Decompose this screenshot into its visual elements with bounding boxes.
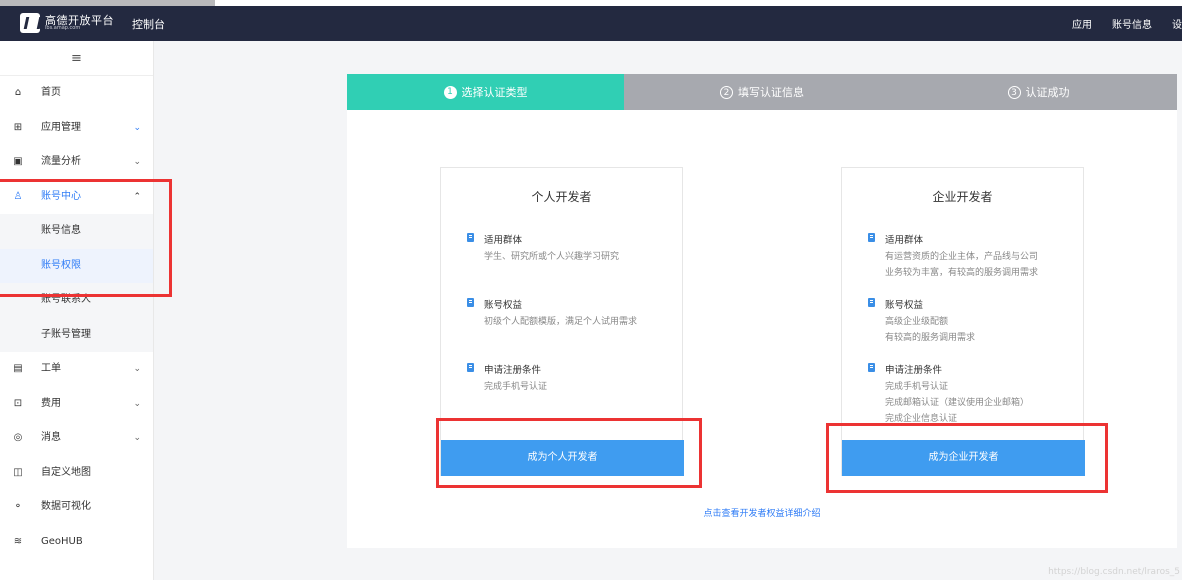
sidebar-item-label: 自定义地图	[41, 466, 91, 478]
desc-line: 初级个人配额模版，满足个人试用需求	[484, 317, 638, 327]
developer-benefits-link[interactable]: 点击查看开发者权益详细介绍	[347, 506, 1177, 519]
chevron-down-icon: ⌄	[133, 433, 141, 443]
feature-desc: 学生、研究所或个人兴趣学习研究	[484, 249, 619, 265]
chart-icon: ▣	[13, 156, 23, 167]
layers-icon: ≋	[13, 535, 23, 547]
sidebar-item-label: 工单	[41, 363, 61, 374]
sidebar-item-messages[interactable]: ◎ 消息 ⌄	[0, 421, 153, 456]
desc-line: 完成手机号认证	[885, 382, 949, 392]
sidebar-item-label: 消息	[41, 432, 61, 443]
desc-line: 业务较为丰富，有较高的服务调用需求	[885, 268, 1039, 278]
feature-desc: 初级个人配额模版，满足个人试用需求	[484, 314, 637, 330]
grid-icon: ⊞	[13, 121, 23, 133]
home-icon: ⌂	[14, 87, 22, 98]
sidebar-item-label: GeoHUB	[41, 535, 83, 547]
annotation-red-box	[436, 418, 702, 488]
chevron-down-icon: ⌄	[133, 157, 141, 167]
document-icon	[868, 363, 875, 372]
sidebar-item-traffic-analysis[interactable]: ▣ 流量分析 ⌄	[0, 145, 153, 180]
sidebar-item-label: 子账号管理	[41, 328, 91, 340]
sidebar-item-label: 应用管理	[41, 121, 81, 133]
feature-desc: 完成手机号认证 完成邮箱认证（建议使用企业邮箱） 完成企业信息认证	[885, 379, 1029, 427]
document-icon	[467, 298, 474, 307]
sidebar-item-label: 数据可视化	[41, 501, 91, 512]
desc-line: 学生、研究所或个人兴趣学习研究	[484, 252, 620, 262]
nav-account-info[interactable]: 账号信息	[1112, 20, 1152, 31]
fee-icon: ⊡	[13, 397, 23, 409]
top-navbar: 高德开放平台 lbs.amap.com 控制台 应用 账号信息 设	[0, 6, 1182, 41]
step-3: 3 认证成功	[900, 74, 1177, 110]
feature-desc: 高级企业级配额有较高的服务调用需求	[885, 314, 975, 346]
feature-title: 账号权益	[885, 300, 924, 311]
chevron-down-icon: ⌄	[133, 398, 141, 409]
document-icon	[868, 233, 875, 242]
step-number: 1	[443, 85, 457, 99]
message-icon: ◎	[13, 432, 23, 443]
sidebar-subitem-sub-accounts[interactable]: 子账号管理	[0, 317, 153, 352]
sidebar-item-label: 首页	[41, 87, 61, 98]
step-number: 2	[720, 85, 733, 99]
step-2: 2 填写认证信息	[624, 74, 900, 110]
step-label: 填写认证信息	[738, 86, 804, 99]
panel-title: 个人开发者	[531, 190, 592, 204]
watermark: https://blog.csdn.net/lraros_5	[1048, 567, 1180, 577]
sidebar-item-geohub[interactable]: ≋ GeoHUB	[0, 525, 153, 560]
step-label: 选择认证类型	[461, 86, 528, 99]
chevron-down-icon: ⌄	[133, 122, 141, 133]
nav-settings[interactable]: 设	[1172, 20, 1182, 31]
amap-logo[interactable]: 高德开放平台 lbs.amap.com	[20, 11, 114, 35]
annotation-red-box	[826, 423, 1108, 493]
feature-title: 适用群体	[885, 235, 924, 246]
document-icon	[467, 363, 474, 372]
sidebar: ≡ ⌂ 首页 ⊞ 应用管理 ⌄ ▣ 流量分析 ⌄ ♙ 账号中心 ⌃ 账号信息 账…	[0, 41, 154, 580]
sidebar-item-data-visualization[interactable]: ⚬ 数据可视化	[0, 490, 153, 525]
sidebar-item-custom-map[interactable]: ◫ 自定义地图	[0, 456, 153, 491]
map-icon: ◫	[13, 466, 23, 478]
menu-toggle-icon[interactable]: ≡	[0, 41, 153, 76]
top-nav: 应用 账号信息 设	[1052, 16, 1182, 31]
feature-desc: 有运营资质的企业主体，产品线与公司 业务较为丰富，有较高的服务调用需求	[885, 249, 1038, 281]
nav-apps[interactable]: 应用	[1072, 20, 1092, 31]
feature-title: 适用群体	[484, 235, 523, 246]
console-link[interactable]: 控制台	[132, 16, 165, 32]
desc-line: 有较高的服务调用需求	[885, 333, 976, 343]
sidebar-item-tickets[interactable]: ▤ 工单 ⌄	[0, 352, 153, 387]
desc-line: 完成手机号认证	[484, 382, 548, 392]
feature-title: 账号权益	[484, 300, 523, 311]
visual-icon: ⚬	[13, 501, 23, 512]
amap-logo-icon	[20, 13, 40, 33]
annotation-red-box	[0, 179, 172, 297]
logo-subtext: lbs.amap.com	[45, 25, 81, 31]
desc-line: 完成邮箱认证（建议使用企业邮箱）	[885, 398, 1030, 408]
document-icon	[868, 298, 875, 307]
step-progress: 1 选择认证类型 2 填写认证信息 3 认证成功	[347, 74, 1177, 110]
sidebar-item-app-management[interactable]: ⊞ 应用管理 ⌄	[0, 111, 153, 146]
document-icon	[467, 233, 474, 242]
feature-desc: 完成手机号认证	[484, 379, 547, 395]
desc-line: 有运营资质的企业主体，产品线与公司	[885, 252, 1039, 262]
desc-line: 高级企业级配额	[885, 317, 949, 327]
sidebar-item-label: 费用	[41, 397, 61, 409]
panel-title: 企业开发者	[932, 190, 993, 204]
sidebar-item-home[interactable]: ⌂ 首页	[0, 76, 153, 111]
feature-title: 申请注册条件	[885, 365, 943, 376]
chevron-down-icon: ⌄	[133, 364, 141, 374]
sidebar-item-label: 流量分析	[41, 156, 81, 167]
feature-title: 申请注册条件	[484, 365, 542, 376]
step-label: 认证成功	[1025, 86, 1070, 99]
sidebar-item-fees[interactable]: ⊡ 费用 ⌄	[0, 387, 153, 422]
step-1: 1 选择认证类型	[347, 74, 624, 110]
step-number: 3	[1007, 85, 1021, 99]
ticket-icon: ▤	[13, 363, 23, 374]
